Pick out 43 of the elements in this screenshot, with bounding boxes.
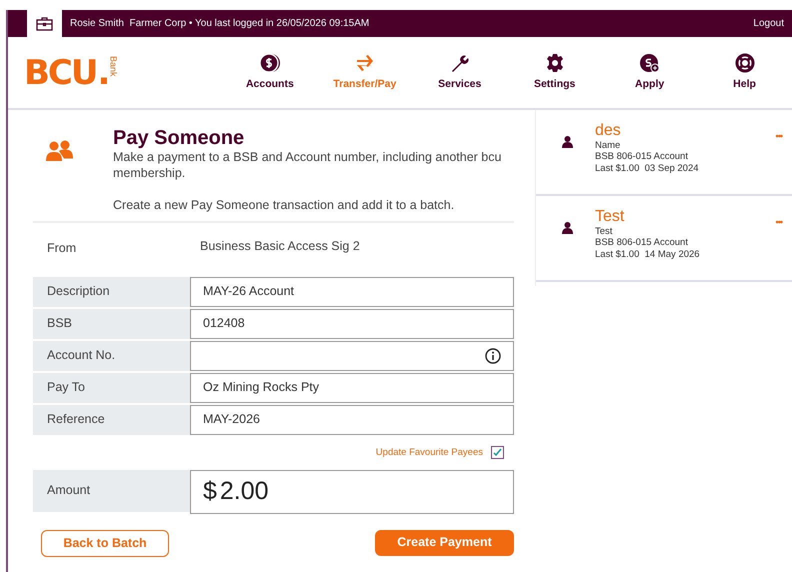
input-field[interactable]: MAY-2026 [190, 404, 514, 435]
payee-account: BSB 806-015 Account [595, 151, 689, 164]
lifebuoy-icon [734, 52, 756, 73]
input-field[interactable]: Oz Mining Rocks Pty [190, 372, 514, 403]
payee-name: Test [595, 208, 626, 226]
input-field[interactable]: 012408 [190, 308, 514, 339]
nav-tab[interactable]: Services [412, 52, 508, 92]
field-label: BSB [33, 308, 190, 339]
person-icon [562, 136, 573, 148]
payee-detail: Name [595, 140, 622, 152]
bcu-logo: BCU. Bank [24, 56, 118, 90]
payee-account: BSB 806-015 Account [595, 237, 689, 250]
payee-last-payment: Last $1.00 03 Sep 2024 [595, 163, 700, 176]
input-field[interactable]: MAY-26 Account [190, 276, 514, 307]
field-label: Account No. [33, 340, 190, 371]
briefcase-icon[interactable] [36, 16, 53, 30]
nav-tab[interactable]: Settings [507, 52, 602, 92]
logout-link[interactable]: Logout [753, 16, 784, 31]
people-icon [45, 140, 75, 162]
field-label: Description [33, 276, 190, 307]
dollar-coin-icon [258, 52, 281, 73]
nav-tab[interactable]: Help [697, 52, 792, 92]
dollar-plus-icon [638, 52, 661, 73]
field-label: Amount [33, 470, 190, 512]
login-info: Rosie Smith Farmer Corp • You last logged in 26/05/2026 09:15AM [70, 17, 370, 31]
nav-tab[interactable]: Apply [602, 52, 698, 92]
checkbox[interactable] [491, 446, 504, 460]
field-label: Pay To [33, 372, 190, 403]
page-note: Create a new Pay Someone transaction and add it to a batch. [113, 196, 456, 213]
payee-name: des [595, 122, 622, 140]
payee-last-payment: Last $1.00 14 May 2026 [595, 249, 701, 262]
from-account: Business Basic Access Sig 2 [200, 238, 360, 255]
person-icon [562, 222, 573, 234]
field-label: Reference [33, 404, 190, 435]
nav-tab[interactable]: Accounts [222, 52, 318, 92]
page-description: Make a payment to a BSB and Account number, including another bcu membership. [113, 149, 502, 182]
payee-detail: Test [595, 226, 614, 238]
page-title: Pay Someone [113, 127, 246, 149]
checkbox-label: Update Favourite Payees [376, 446, 483, 460]
input-field[interactable] [190, 340, 514, 371]
info-icon[interactable] [485, 348, 501, 364]
from-label: From [46, 240, 78, 257]
amount-field[interactable]: $2.00 [190, 470, 514, 514]
